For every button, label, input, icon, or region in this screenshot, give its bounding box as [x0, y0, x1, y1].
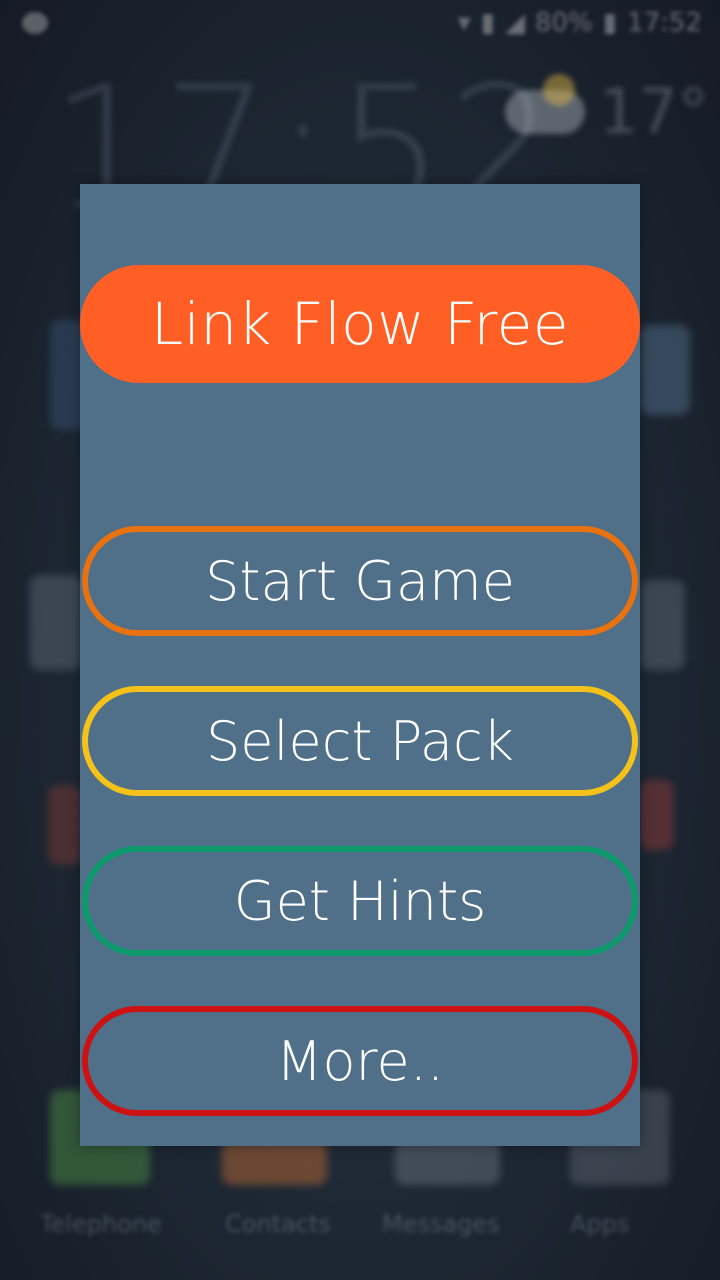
more-button[interactable]: More.. — [82, 1006, 638, 1116]
contacts-app-icon — [222, 1140, 327, 1185]
sim-icon: ▮ — [480, 8, 495, 38]
dock-label-contacts: Contacts — [225, 1210, 331, 1238]
weather-cloud-icon — [505, 73, 585, 134]
status-bar: ▾ ▮ ◢ 80% ▮ 17:52 — [0, 0, 720, 50]
maps-icon — [640, 780, 674, 850]
signal-icon: ◢ — [504, 8, 525, 38]
battery-icon: ▮ — [602, 8, 618, 38]
messages-app-icon — [395, 1140, 500, 1185]
notification-icon — [22, 12, 48, 34]
status-time: 17:52 — [627, 8, 702, 38]
battery-percent: 80% — [534, 8, 593, 38]
game-title-banner: Link Flow Free — [80, 265, 640, 383]
select-pack-button[interactable]: Select Pack — [82, 686, 638, 796]
search-widget-left — [30, 575, 82, 670]
app-icon-right — [640, 325, 690, 415]
wifi-icon: ▾ — [457, 8, 471, 38]
dock-label-telephone: Telephone — [40, 1210, 162, 1238]
start-game-button[interactable]: Start Game — [82, 526, 638, 636]
weather-temperature: 17° — [599, 75, 709, 148]
app-icon-row-left — [48, 785, 82, 865]
status-icons: ▾ ▮ ◢ 80% ▮ 17:52 — [458, 8, 702, 38]
weather-widget: 17° — [505, 73, 709, 148]
dock-label-messages: Messages — [382, 1210, 500, 1238]
dock-label-apps: Apps — [570, 1210, 630, 1238]
main-menu-dialog: Link Flow Free Start Game Select Pack Ge… — [80, 184, 640, 1146]
search-widget-right — [640, 580, 685, 670]
get-hints-button[interactable]: Get Hints — [82, 846, 638, 956]
